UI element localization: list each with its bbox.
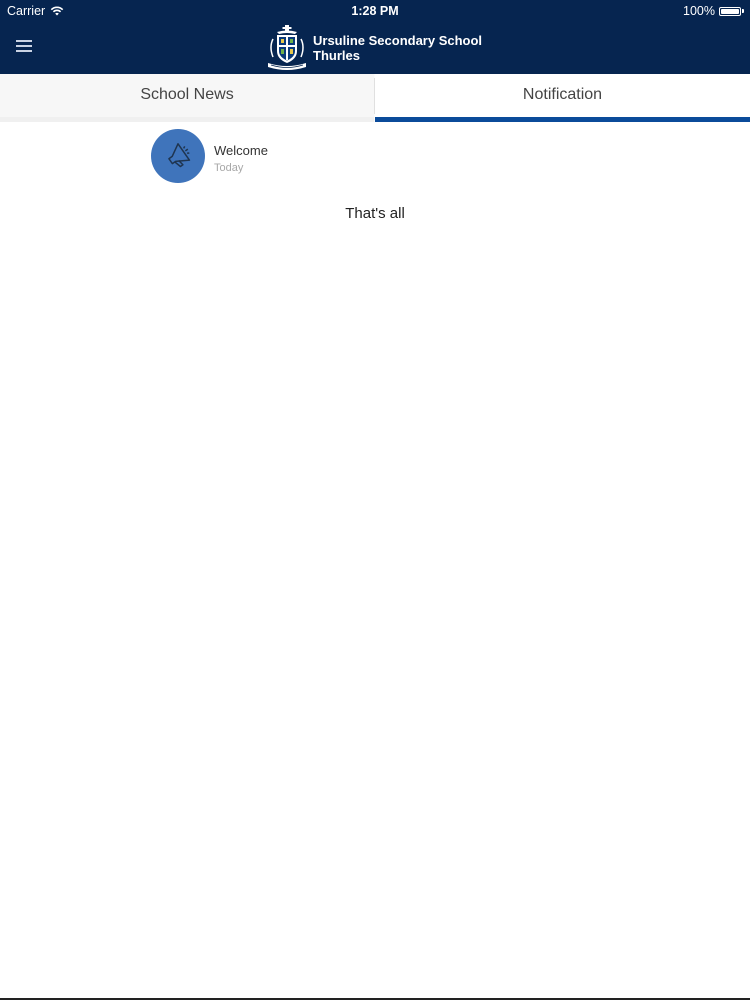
battery-tip: [742, 9, 744, 13]
school-title-line1: Ursuline Secondary School: [313, 33, 483, 48]
brand: Ursuline Secondary School Thurles: [266, 25, 503, 71]
tab-notification[interactable]: Notification: [375, 74, 750, 122]
tab-school-news[interactable]: School News: [0, 74, 374, 122]
tab-bar: School News Notification: [0, 74, 750, 122]
status-time: 1:28 PM: [351, 4, 399, 18]
end-of-list-message: That's all: [345, 205, 405, 222]
notification-item[interactable]: Welcome Today: [151, 129, 451, 183]
notification-avatar: [151, 129, 205, 183]
school-title-line2: Thurles: [313, 48, 360, 63]
notification-title: Welcome: [214, 143, 268, 158]
battery-percent: 100%: [683, 4, 715, 18]
status-bar: Carrier 1:28 PM 100%: [0, 0, 750, 22]
notification-date: Today: [214, 162, 244, 174]
school-crest-icon: [268, 25, 306, 70]
megaphone-icon: [168, 143, 191, 168]
battery-fill: [721, 8, 739, 14]
status-right: 100%: [683, 4, 744, 18]
school-title: Ursuline Secondary School Thurles: [313, 33, 503, 63]
hamburger-menu-icon[interactable]: [16, 39, 32, 53]
nav-bar: Ursuline Secondary School Thurles: [0, 22, 750, 74]
battery-icon: [719, 6, 741, 16]
